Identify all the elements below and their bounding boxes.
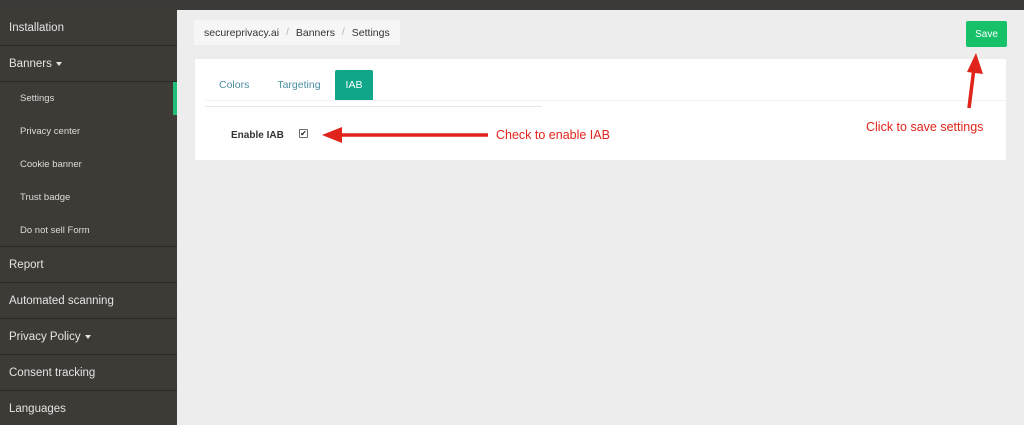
breadcrumb-item-site[interactable]: secureprivacy.ai [204, 27, 279, 39]
enable-iab-checkbox[interactable]: ✔ [299, 129, 308, 138]
sidebar-item-label: Automated scanning [9, 294, 114, 307]
sidebar-item-installation[interactable]: Installation [0, 10, 177, 46]
sidebar-item-consent-tracking[interactable]: Consent tracking [0, 355, 177, 391]
sidebar-item-label: Settings [20, 93, 55, 104]
sidebar-item-label: Languages [9, 402, 66, 415]
tab-iab[interactable]: IAB [334, 70, 374, 100]
checkmark-icon: ✔ [300, 128, 307, 138]
enable-iab-label: Enable IAB [231, 130, 284, 141]
breadcrumb: secureprivacy.ai / Banners / Settings [194, 20, 400, 45]
section-divider [205, 106, 542, 107]
sidebar-item-do-not-sell-form[interactable]: Do not sell Form [0, 214, 177, 247]
sidebar-item-label: Trust badge [20, 192, 71, 203]
top-bar [0, 0, 1024, 10]
tab-divider [205, 100, 1006, 101]
breadcrumb-separator: / [341, 27, 345, 38]
settings-panel: Colors Targeting IAB Enable IAB ✔ [195, 59, 1006, 160]
sidebar-item-label: Privacy Policy [9, 330, 81, 343]
sidebar: Installation Banners Settings Privacy ce… [0, 10, 177, 425]
sidebar-item-label: Privacy center [20, 126, 81, 137]
breadcrumb-separator: / [286, 27, 289, 38]
sidebar-item-label: Installation [9, 21, 64, 34]
sidebar-item-label: Cookie banner [20, 159, 82, 170]
sidebar-item-automated-scanning[interactable]: Automated scanning [0, 283, 177, 319]
breadcrumb-item-settings: Settings [351, 26, 390, 39]
active-indicator [173, 82, 177, 115]
sidebar-item-banners[interactable]: Banners [0, 46, 177, 82]
sidebar-item-label: Consent tracking [9, 366, 96, 379]
sidebar-item-report[interactable]: Report [0, 247, 177, 283]
sidebar-item-label: Do not sell Form [20, 224, 90, 236]
annotation-save-text: Click to save settings [866, 120, 984, 134]
save-button[interactable]: Save [966, 21, 1007, 47]
breadcrumb-item-banners[interactable]: Banners [296, 27, 335, 39]
tab-colors[interactable]: Colors [205, 70, 263, 100]
tab-bar: Colors Targeting IAB [205, 70, 374, 100]
sidebar-item-trust-badge[interactable]: Trust badge [0, 181, 177, 214]
sidebar-item-privacy-center[interactable]: Privacy center [0, 115, 177, 148]
sidebar-item-label: Report [9, 258, 44, 271]
annotation-check-text: Check to enable IAB [496, 128, 610, 142]
tab-targeting[interactable]: Targeting [263, 70, 334, 100]
sidebar-item-label: Banners [9, 57, 52, 70]
caret-down-icon [84, 335, 91, 339]
sidebar-item-privacy-policy[interactable]: Privacy Policy [0, 319, 177, 355]
sidebar-item-languages[interactable]: Languages [0, 391, 177, 425]
sidebar-item-cookie-banner[interactable]: Cookie banner [0, 148, 177, 181]
caret-down-icon [55, 62, 62, 66]
sidebar-item-settings[interactable]: Settings [0, 82, 177, 115]
